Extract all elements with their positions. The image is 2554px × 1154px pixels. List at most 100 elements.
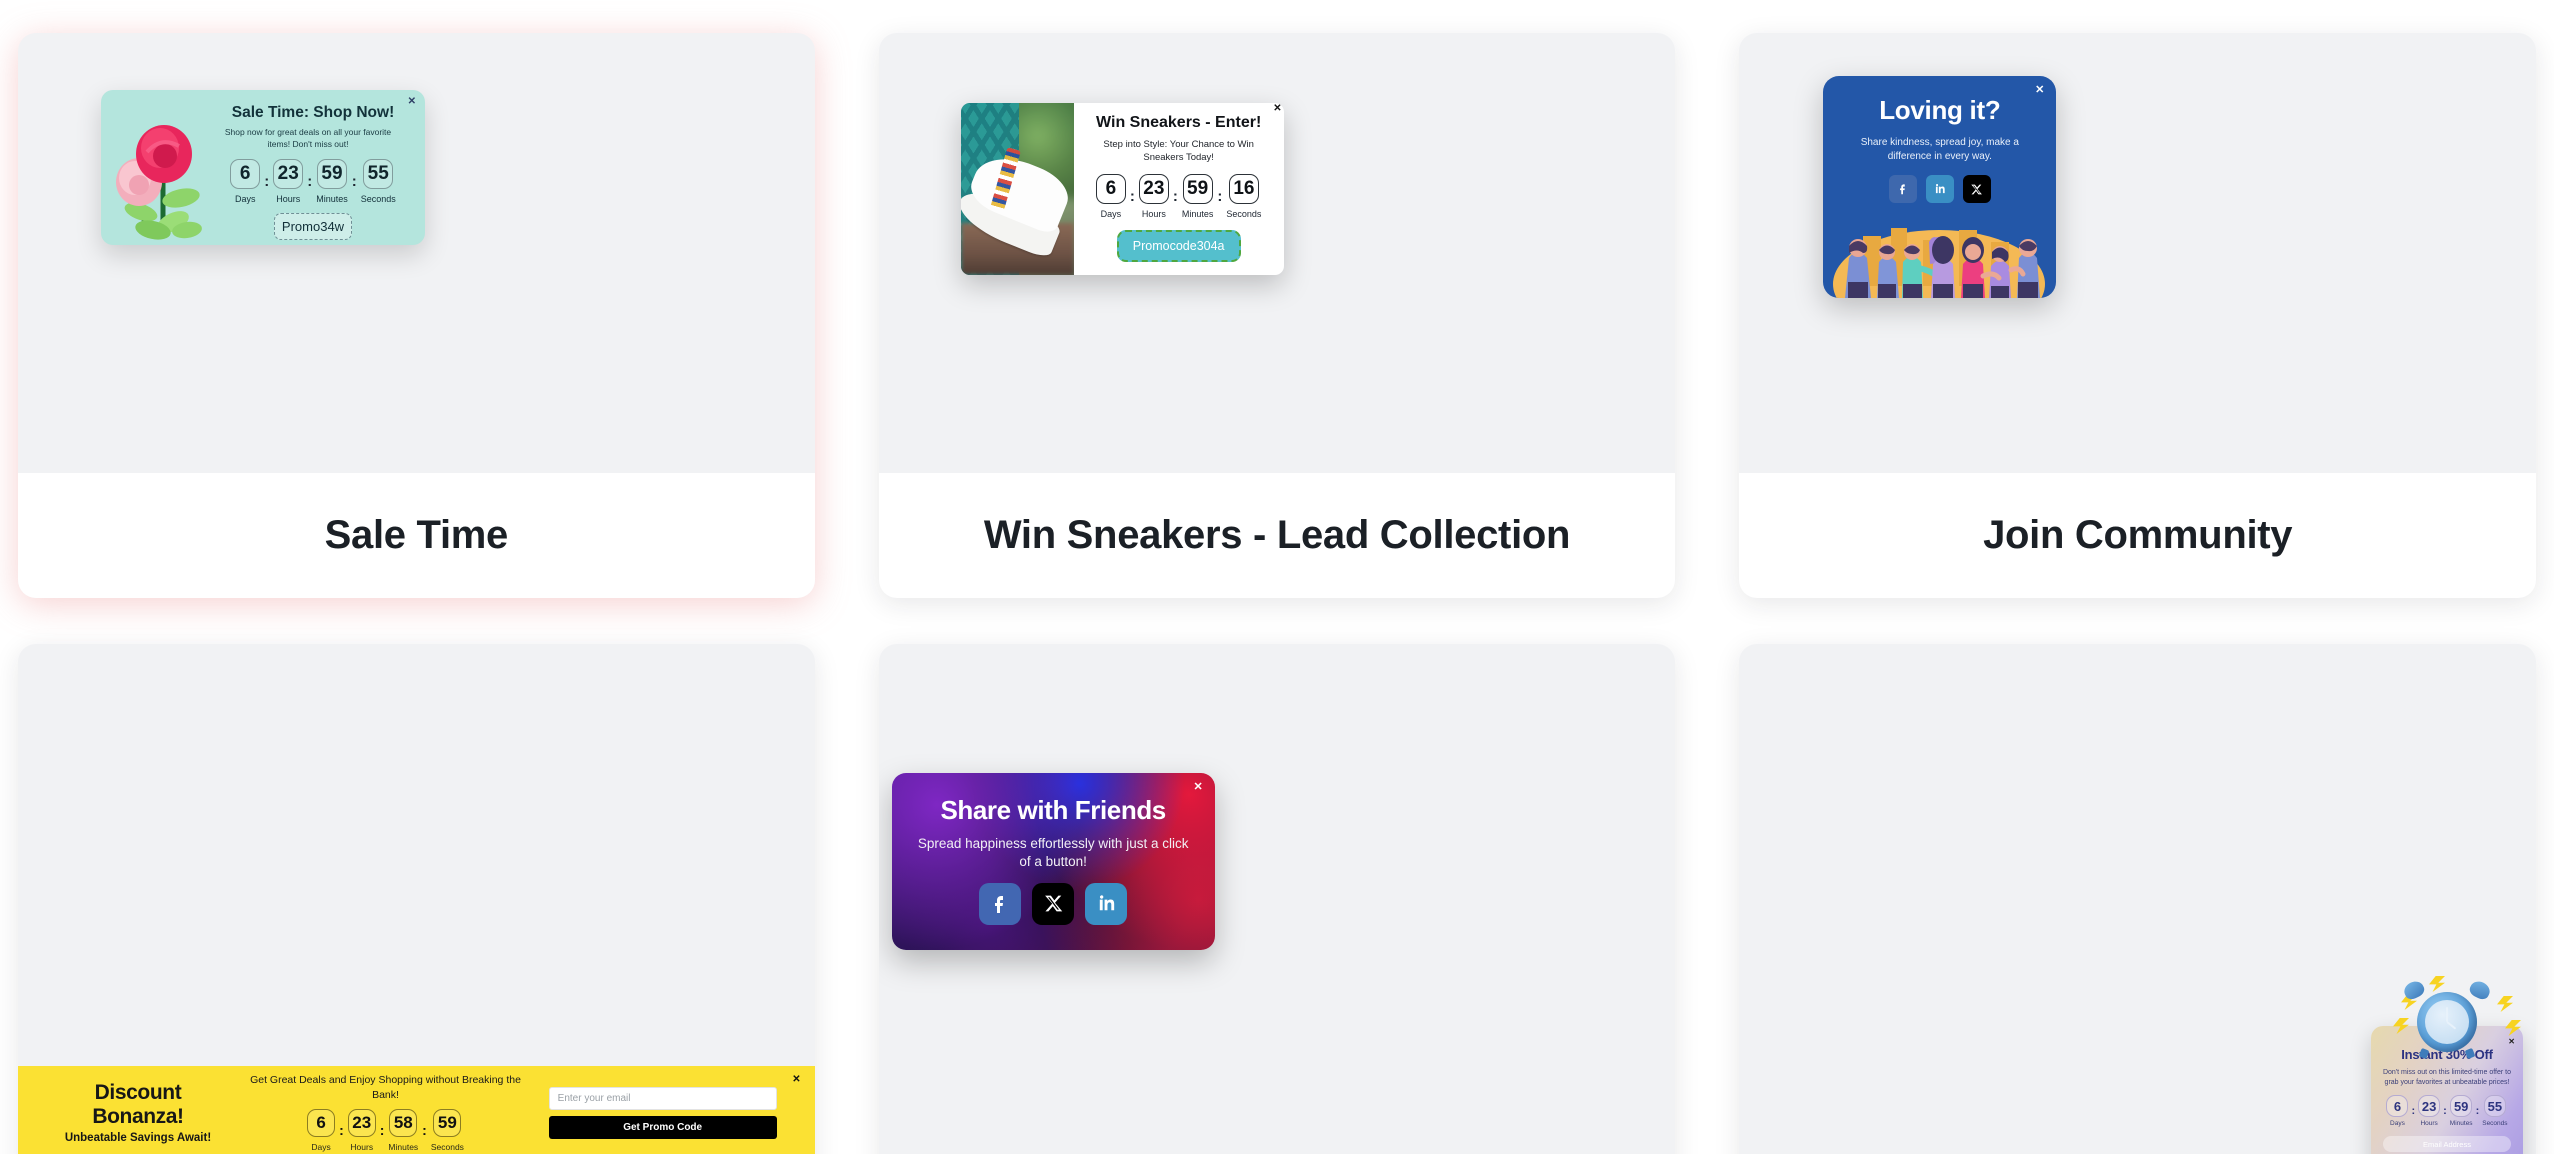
countdown-seconds-label: Seconds	[2482, 1120, 2508, 1128]
countdown-seconds-value: 55	[363, 159, 394, 190]
card-preview: ✕	[1739, 644, 2536, 1154]
promo-code-button[interactable]: Promocode304a	[1116, 229, 1241, 262]
countdown-minutes-value: 59	[316, 159, 347, 190]
countdown-days: 6 Days	[2386, 1095, 2409, 1128]
x-twitter-icon[interactable]	[1962, 175, 1991, 203]
card-title: Win Sneakers - Lead Collection	[983, 513, 1571, 557]
countdown-hours-value: 23	[347, 1108, 376, 1137]
clock-face-icon	[2425, 1000, 2469, 1044]
countdown-minutes-label: Minutes	[388, 1141, 419, 1152]
template-card-share-with-friends[interactable]: ✕ Share with Friends Spread happiness ef…	[878, 644, 1676, 1154]
countdown-hours-label: Hours	[276, 194, 301, 205]
card-preview: ✕	[18, 33, 815, 473]
countdown-minutes-label: Minutes	[2449, 1120, 2473, 1128]
social-buttons	[892, 882, 1215, 925]
countdown-separator: :	[1172, 187, 1178, 205]
countdown-days-value: 6	[2386, 1095, 2409, 1118]
countdown-minutes: 59 Minutes	[1182, 173, 1213, 219]
template-card-win-sneakers[interactable]: ✕ Win Sneakers - Enter! Step into Style:…	[878, 33, 1676, 598]
linkedin-icon[interactable]	[1925, 175, 1954, 203]
countdown-timer: 6 Days : 23 Hours : 59 Minutes	[1084, 173, 1274, 219]
countdown-hours-label: Hours	[350, 1141, 374, 1152]
countdown-days-label: Days	[2390, 1120, 2405, 1128]
sneaker-photo	[960, 103, 1074, 275]
popup-win-sneakers[interactable]: ✕ Win Sneakers - Enter! Step into Style:…	[960, 103, 1284, 275]
people-illustration-icon	[1833, 228, 2046, 298]
get-promo-code-button[interactable]: Get Promo Code	[548, 1115, 777, 1139]
clock-bell-icon	[2467, 978, 2493, 1002]
community-illustration	[1823, 224, 2056, 298]
popup-heading: Share with Friends	[940, 795, 1166, 825]
card-title: Join Community	[1983, 513, 2293, 557]
countdown-seconds-value: 55	[2483, 1095, 2506, 1118]
countdown-separator: :	[1129, 187, 1135, 205]
countdown-minutes-label: Minutes	[316, 194, 348, 205]
countdown-separator: :	[264, 173, 270, 191]
close-icon[interactable]: ✕	[1273, 104, 1281, 114]
countdown-hours: 23 Hours	[1138, 173, 1169, 219]
popup-description: Shop now for great deals on all your fav…	[224, 127, 392, 149]
card-title: Sale Time	[324, 513, 509, 557]
countdown-separator: :	[379, 1122, 385, 1139]
popup-sale-time[interactable]: ✕ Sale Time: Shop Now! Shop now for grea…	[101, 90, 425, 245]
bar-countdown-block: Get Great Deals and Enjoy Shopping witho…	[248, 1073, 523, 1151]
countdown-seconds: 16 Seconds	[1226, 173, 1261, 219]
template-card-join-community[interactable]: ✕ Loving it? Share kindness, spread joy,…	[1739, 33, 2536, 598]
card-preview: ✕ Share with Friends Spread happiness ef…	[879, 644, 1676, 1154]
popup-subheading: Unbeatable Savings Await!	[64, 1131, 212, 1144]
countdown-seconds-label: Seconds	[430, 1141, 464, 1152]
card-preview: ✕ Discount Bonanza! Unbeatable Savings A…	[18, 644, 815, 1154]
countdown-timer: 6 Days : 23 Hours : 58 Minutes: 59 Seco…	[248, 1108, 523, 1152]
popup-description: Share kindness, spread joy, make a diffe…	[1860, 137, 2019, 162]
facebook-icon[interactable]	[979, 882, 1022, 925]
popup-join-community[interactable]: ✕ Loving it? Share kindness, spread joy,…	[1823, 76, 2057, 298]
alarm-clock-illustration	[2387, 976, 2521, 1070]
email-input[interactable]	[2383, 1136, 2511, 1153]
popup-template-grid: ✕ Sale Time: Shop Now! Shop now for grea…	[0, 0, 2554, 1154]
close-icon[interactable]: ✕	[1193, 782, 1202, 793]
social-buttons	[1823, 175, 2056, 203]
countdown-separator: :	[422, 1122, 427, 1139]
countdown-hours: 23 Hours	[347, 1108, 376, 1152]
popup-description: Step into Style: Your Chance to Win Snea…	[1103, 139, 1254, 164]
countdown-separator: :	[2443, 1105, 2447, 1118]
template-card-discount-bonanza[interactable]: ✕ Discount Bonanza! Unbeatable Savings A…	[18, 644, 815, 1154]
facebook-icon[interactable]	[1888, 175, 1917, 203]
popup-description: Get Great Deals and Enjoy Shopping witho…	[250, 1074, 521, 1101]
promo-code-button[interactable]: Promo34w	[274, 213, 352, 241]
popup-share-with-friends[interactable]: ✕ Share with Friends Spread happiness ef…	[891, 773, 1215, 950]
linkedin-icon[interactable]	[1085, 882, 1128, 925]
countdown-separator: :	[1217, 187, 1223, 205]
popup-heading: Win Sneakers - Enter!	[1096, 114, 1262, 131]
popup-body: ✕ Win Sneakers - Enter! Step into Style:…	[1074, 103, 1284, 275]
popup-instant-30-off[interactable]: ✕ Instant 30% Off Don't miss out on this…	[2371, 976, 2523, 1154]
countdown-hours: 23 Hours	[2418, 1095, 2441, 1128]
popup-discount-bonanza[interactable]: ✕ Discount Bonanza! Unbeatable Savings A…	[18, 1066, 815, 1154]
email-input[interactable]	[548, 1086, 777, 1110]
countdown-hours-label: Hours	[2420, 1120, 2438, 1128]
countdown-minutes-value: 58	[389, 1108, 418, 1137]
popup-description: Spread happiness effortlessly with just …	[917, 836, 1189, 869]
template-card-instant-30-off[interactable]: ✕ Instant 30% Off Don't miss out on this…	[1739, 644, 2536, 1154]
countdown-seconds: 55 Seconds	[2482, 1095, 2508, 1128]
template-card-sale-time[interactable]: ✕ Sale Time: Shop Now! Shop now for grea…	[18, 33, 815, 598]
card-footer: Win Sneakers - Lead Collection	[878, 473, 1676, 598]
countdown-hours-value: 23	[2418, 1095, 2441, 1118]
clock-body-icon	[2417, 992, 2477, 1052]
countdown-timer: 6 Days : 23 Hours : 59 Minutes	[213, 159, 413, 204]
close-icon[interactable]: ✕	[2035, 85, 2044, 96]
countdown-days-value: 6	[1095, 173, 1126, 204]
countdown-hours-label: Hours	[1141, 208, 1166, 219]
card-footer: Join Community	[1739, 473, 2536, 598]
flower-icon	[116, 125, 202, 240]
close-icon[interactable]: ✕	[792, 1075, 800, 1085]
card-preview: ✕ Win Sneakers - Enter! Step into Style:…	[879, 33, 1676, 473]
countdown-days: 6 Days	[230, 159, 261, 204]
countdown-minutes: 59 Minutes	[316, 159, 348, 204]
close-icon[interactable]: ✕	[2508, 1037, 2515, 1046]
x-twitter-icon[interactable]	[1032, 882, 1075, 925]
countdown-separator: :	[339, 1122, 344, 1139]
countdown-minutes-value: 59	[1182, 173, 1213, 204]
countdown-days: 6 Days	[307, 1108, 336, 1152]
bar-form-block: Get Promo Code	[523, 1086, 815, 1139]
